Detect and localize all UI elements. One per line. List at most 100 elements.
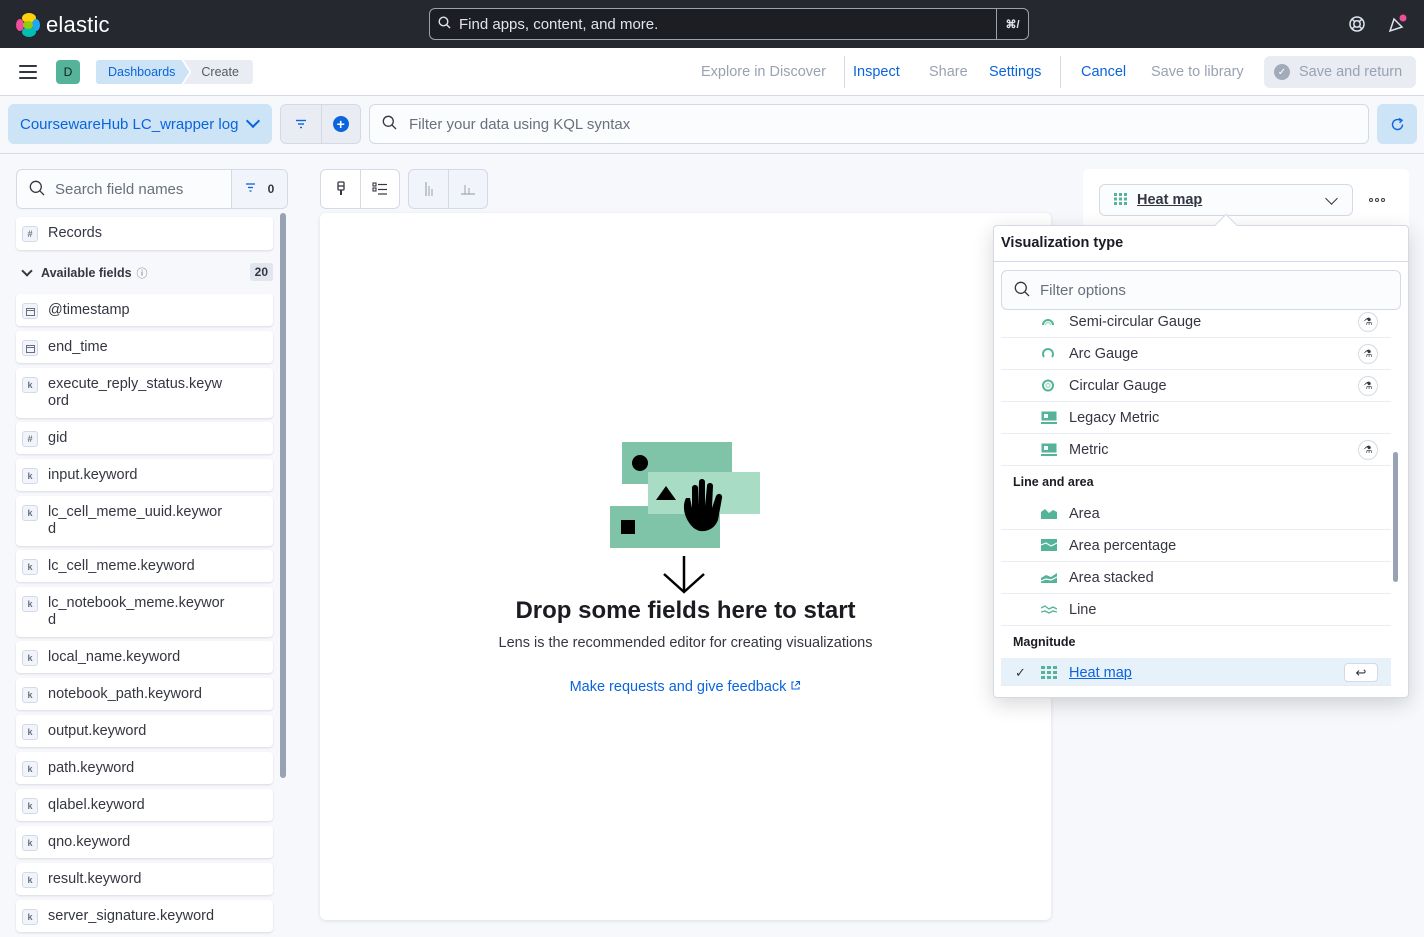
data-view-picker[interactable]: CoursewareHub LC_wrapper log [8, 104, 272, 144]
refresh-icon [1391, 117, 1403, 130]
field-label: end_time [48, 339, 108, 355]
area-percentage-icon [1040, 539, 1058, 553]
field-label: output.keyword [48, 723, 147, 739]
beta-badge-icon: ⚗ [1358, 440, 1378, 460]
option-label: Arc Gauge [1069, 346, 1139, 362]
kql-placeholder: Filter your data using KQL syntax [409, 115, 631, 133]
nav-divider [1060, 56, 1061, 88]
field-item[interactable]: end_time [16, 331, 273, 363]
check-circle-icon: ✓ [1274, 64, 1290, 80]
save-to-library-link[interactable]: Save to library [1151, 64, 1244, 80]
chevron-down-icon [245, 113, 261, 129]
field-item[interactable]: k local_name.keyword [16, 641, 273, 673]
menu-icon[interactable] [19, 65, 37, 79]
option-heat-map[interactable]: ✓ Heat map ↩ [1001, 658, 1391, 686]
field-label: local_name.keyword [48, 649, 181, 665]
field-list-scrollbar[interactable] [280, 213, 286, 778]
filter-options-input[interactable]: Filter options [1001, 270, 1401, 310]
brush-icon [336, 181, 345, 195]
option-area-percentage[interactable]: Area percentage [1001, 530, 1391, 562]
legend-button[interactable] [360, 170, 399, 208]
option-legacy-metric[interactable]: Legacy Metric [1001, 402, 1391, 434]
save-and-return-button[interactable]: ✓ Save and return [1264, 56, 1416, 88]
field-item[interactable]: k qno.keyword [16, 826, 273, 858]
option-circular-gauge[interactable]: Circular Gauge ⚗ [1001, 370, 1391, 402]
option-metric[interactable]: Metric ⚗ [1001, 434, 1391, 466]
field-item[interactable]: k server_signature.keyword [16, 900, 273, 932]
option-label: Circular Gauge [1069, 378, 1167, 394]
space-avatar[interactable]: D [56, 60, 80, 84]
option-label: Area [1069, 506, 1100, 522]
keyword-type-icon: k [22, 505, 38, 521]
check-icon: ✓ [1015, 665, 1026, 680]
keyword-type-icon: k [22, 909, 38, 925]
field-item[interactable]: @timestamp [16, 294, 273, 326]
field-type-filter-button[interactable]: 0 [231, 170, 287, 208]
search-icon [29, 180, 45, 199]
heatmap-icon [1114, 192, 1128, 208]
field-search-input[interactable]: Search field names 0 [16, 169, 288, 209]
elastic-logo[interactable]: elastic [16, 12, 110, 38]
field-records[interactable]: # Records [16, 217, 273, 250]
field-item[interactable]: k lc_cell_meme_uuid.keyword [16, 496, 273, 546]
filter-menu-button[interactable] [281, 105, 321, 143]
group-magnitude: Magnitude [1013, 635, 1076, 649]
field-item[interactable]: k execute_reply_status.keyword [16, 368, 273, 418]
plus-icon: + [332, 116, 349, 132]
help-icon[interactable] [1347, 14, 1367, 34]
news-feed-icon[interactable] [1387, 14, 1407, 34]
option-label: Line [1069, 602, 1097, 618]
visualization-type-select[interactable]: Heat map [1099, 184, 1353, 216]
feedback-link[interactable]: Make requests and give feedback [320, 679, 1051, 695]
available-fields-header[interactable]: Available fields ⓘ 20 [16, 262, 273, 284]
breadcrumb-dashboards[interactable]: Dashboards [96, 60, 189, 84]
kql-query-input[interactable]: Filter your data using KQL syntax [369, 104, 1369, 144]
explore-in-discover-link[interactable]: Explore in Discover [701, 64, 826, 80]
options-scrollbar[interactable] [1393, 452, 1398, 582]
field-label: qlabel.keyword [48, 797, 145, 813]
popover-divider [993, 261, 1409, 262]
add-filter-button[interactable]: + [320, 105, 361, 143]
field-item[interactable]: k notebook_path.keyword [16, 678, 273, 710]
list-icon [372, 182, 387, 195]
cancel-link[interactable]: Cancel [1081, 64, 1126, 80]
field-item[interactable]: k output.keyword [16, 715, 273, 747]
gauge-icon [1041, 379, 1057, 393]
field-item[interactable]: k input.keyword [16, 459, 273, 491]
bottom-axis-button[interactable] [448, 170, 487, 208]
option-arc-gauge[interactable]: Arc Gauge ⚗ [1001, 338, 1391, 370]
field-item[interactable]: k result.keyword [16, 863, 273, 895]
heatmap-icon [1041, 666, 1057, 680]
paint-brush-button[interactable] [321, 170, 360, 208]
option-semi-circular-gauge[interactable]: Semi-circular Gauge ⚗ [1001, 306, 1391, 338]
filter-icon [295, 119, 306, 129]
share-link[interactable]: Share [929, 64, 968, 80]
field-label: lc_cell_meme_uuid.keyword [48, 504, 223, 537]
field-item[interactable]: k lc_cell_meme.keyword [16, 550, 273, 582]
field-label: @timestamp [48, 302, 130, 318]
drop-fields-subtitle: Lens is the recommended editor for creat… [498, 635, 873, 651]
horizontal-axis-icon [461, 185, 475, 195]
left-axis-button[interactable] [409, 170, 448, 208]
drop-fields-title: Drop some fields here to start [515, 597, 856, 624]
field-item[interactable]: k qlabel.keyword [16, 789, 273, 821]
option-line[interactable]: Line [1001, 594, 1391, 626]
keyword-type-icon: k [22, 468, 38, 484]
field-item[interactable]: k path.keyword [16, 752, 273, 784]
settings-link[interactable]: Settings [989, 64, 1041, 80]
field-item[interactable]: # gid [16, 422, 273, 454]
area-stacked-icon [1040, 571, 1058, 585]
workspace-tools [320, 169, 400, 209]
inspect-link[interactable]: Inspect [853, 64, 900, 80]
filter-button-group: + [280, 104, 361, 144]
field-item[interactable]: k lc_notebook_meme.keyword [16, 587, 273, 637]
option-area-stacked[interactable]: Area stacked [1001, 562, 1391, 594]
more-options-icon[interactable] [1366, 190, 1388, 210]
gauge-icon [1041, 347, 1057, 361]
refresh-button[interactable] [1377, 104, 1417, 144]
global-search-input[interactable]: Find apps, content, and more. ⌘/ [429, 8, 1029, 40]
gauge-icon [1041, 315, 1057, 329]
metric-icon [1041, 411, 1057, 425]
option-area[interactable]: Area [1001, 498, 1391, 530]
option-label: Area stacked [1069, 570, 1154, 586]
